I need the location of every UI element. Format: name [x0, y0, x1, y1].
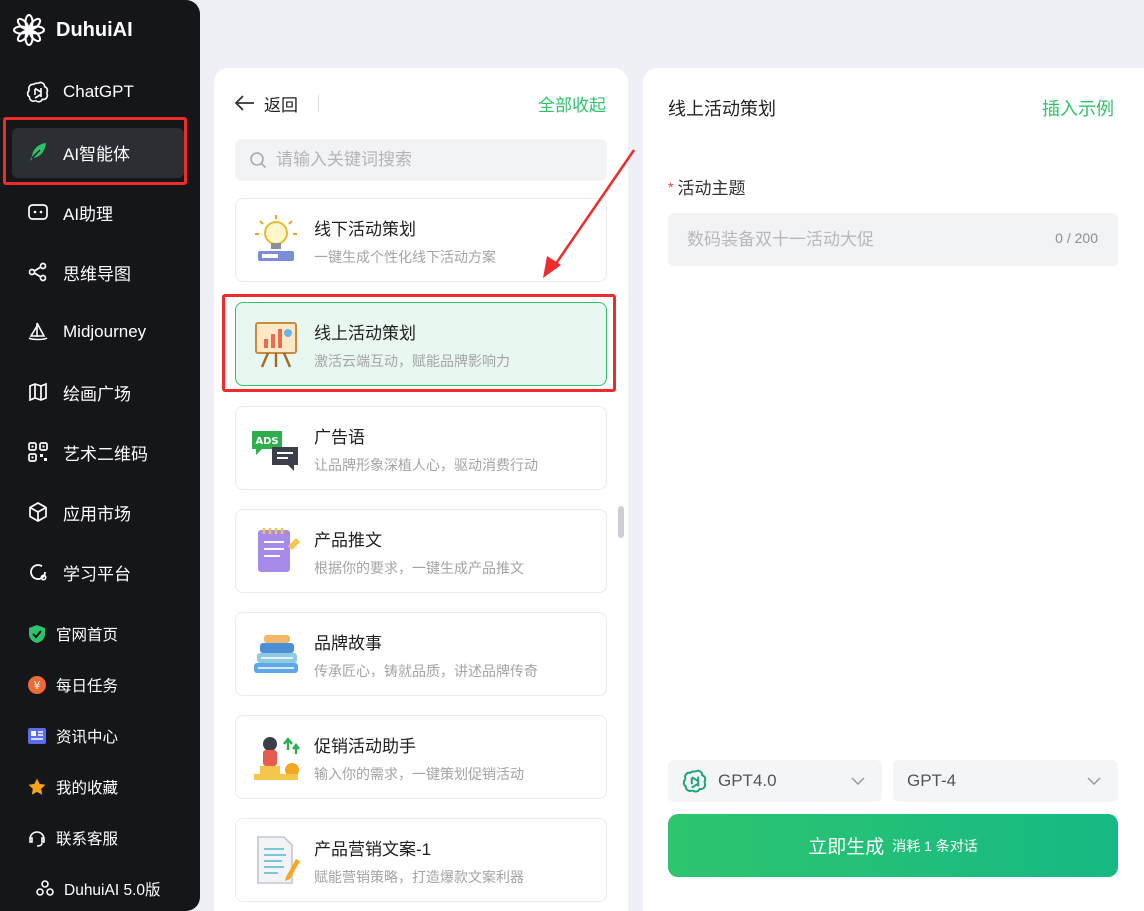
generate-button[interactable]: 立即生成 消耗 1 条对话: [668, 814, 1118, 877]
lightbulb-icon: [255, 215, 297, 261]
sub-item-customer-service[interactable]: 联系客服: [0, 812, 200, 863]
cube-icon: [26, 500, 50, 524]
card-title: 广告语: [314, 428, 365, 447]
document-pen-icon: [257, 836, 300, 884]
nav-item-learning[interactable]: 学习平台: [0, 542, 200, 602]
qrcode-icon: [26, 440, 50, 464]
annotation-highlight-box: [3, 117, 187, 185]
svg-text:¥: ¥: [34, 679, 41, 692]
agent-card-promotion-assistant[interactable]: 促销活动助手 输入你的需求，一键策划促销活动: [235, 715, 607, 799]
agent-card-marketing-copy[interactable]: 产品营销文案-1 赋能营销策略，打造爆款文案利器: [235, 818, 607, 902]
card-title: 产品营销文案-1: [314, 840, 432, 859]
nav-item-ai-assistant[interactable]: AI助理: [0, 182, 200, 242]
required-mark: *: [668, 179, 674, 195]
insert-example-button[interactable]: 插入示例: [1042, 95, 1114, 121]
sub-item-official-site[interactable]: 官网首页: [0, 608, 200, 659]
agent-card-offline-event[interactable]: 线下活动策划 一键生成个性化线下活动方案: [235, 198, 607, 282]
sub-item-news-center[interactable]: 资讯中心: [0, 710, 200, 761]
field-label: * 活动主题: [668, 179, 746, 198]
card-title: 产品推文: [314, 531, 382, 550]
brand[interactable]: DuhuiAI: [12, 12, 133, 48]
topic-field[interactable]: 0 / 200: [668, 213, 1118, 266]
card-desc: 赋能营销策略，打造爆款文案利器: [314, 869, 524, 885]
chevron-down-icon: [851, 777, 865, 786]
openai-icon: [26, 80, 50, 104]
nav-item-art-qrcode[interactable]: 艺术二维码: [0, 422, 200, 482]
divider: [318, 94, 319, 112]
news-icon: [26, 725, 48, 747]
nav-item-app-market[interactable]: 应用市场: [0, 482, 200, 542]
learning-icon: [26, 560, 50, 584]
robot-icon: [26, 200, 50, 224]
nav-item-chatgpt[interactable]: ChatGPT: [0, 62, 200, 122]
coin-icon: ¥: [26, 674, 48, 696]
map-icon: [26, 380, 50, 404]
version-select[interactable]: GPT-4: [893, 760, 1118, 802]
generate-cost: 消耗 1 条对话: [892, 837, 978, 854]
card-title: 促销活动助手: [314, 737, 416, 756]
promo-icon: [254, 737, 300, 780]
card-desc: 一键生成个性化线下活动方案: [314, 249, 496, 265]
agent-list-panel: 返回 全部收起 线下活动策划 一键生成个性化线下活动方案: [214, 68, 628, 911]
search-input[interactable]: [276, 150, 576, 170]
brand-logo-icon: [13, 14, 45, 46]
star-icon: [26, 776, 48, 798]
char-counter: 0 / 200: [1055, 230, 1098, 246]
books-icon: [254, 635, 298, 673]
sub-item-favorites[interactable]: 我的收藏: [0, 761, 200, 812]
ads-chat-icon: ADS: [252, 431, 298, 471]
notepad-icon: [258, 528, 300, 572]
annotation-highlight-box: [222, 294, 616, 392]
card-desc: 输入你的需求，一键策划促销活动: [314, 766, 524, 782]
openai-icon: [682, 769, 707, 793]
card-desc: 根据你的要求，一键生成产品推文: [314, 560, 524, 576]
back-button[interactable]: 返回: [264, 91, 298, 116]
mindmap-icon: [26, 260, 50, 284]
nav-item-drawing-plaza[interactable]: 绘画广场: [0, 362, 200, 422]
card-desc: 传承匠心，铸就品质，讲述品牌传奇: [314, 663, 538, 679]
form-title: 线上活动策划: [668, 99, 776, 119]
brand-mini-icon: [36, 880, 54, 896]
svg-text:ADS: ADS: [255, 436, 278, 447]
chevron-down-icon: [1087, 777, 1101, 786]
sub-item-daily-tasks[interactable]: ¥ 每日任务: [0, 659, 200, 710]
search-icon: [250, 152, 267, 169]
sailboat-icon: [26, 320, 50, 344]
version-label[interactable]: DuhuiAI 5.0版: [34, 878, 161, 900]
agent-card-brand-story[interactable]: 品牌故事 传承匠心，铸就品质，讲述品牌传奇: [235, 612, 607, 696]
headset-icon: [26, 827, 48, 849]
nav-item-mindmap[interactable]: 思维导图: [0, 242, 200, 302]
card-desc: 让品牌形象深植人心，驱动消费行动: [314, 457, 538, 473]
card-title: 线下活动策划: [314, 220, 416, 239]
back-arrow-icon[interactable]: [234, 93, 256, 113]
model-select[interactable]: GPT4.0: [668, 760, 882, 802]
generate-label: 立即生成: [808, 837, 885, 858]
search-box[interactable]: [235, 139, 607, 181]
card-title: 品牌故事: [314, 634, 382, 653]
agent-card-slogan[interactable]: ADS 广告语 让品牌形象深植人心，驱动消费行动: [235, 406, 607, 490]
shield-check-icon: [26, 623, 48, 645]
list-header: 返回 全部收起: [234, 90, 606, 116]
brand-name: DuhuiAI: [56, 18, 133, 41]
model-select-value: GPT4.0: [718, 771, 777, 790]
collapse-all-button[interactable]: 全部收起: [538, 91, 606, 116]
secondary-nav: 官网首页 ¥ 每日任务 资讯中心 我的收藏 联系客服: [0, 608, 200, 863]
topic-input[interactable]: [687, 213, 1027, 266]
scrollbar-thumb[interactable]: [618, 506, 624, 538]
agent-form-panel: 线上活动策划 插入示例 *活动主题 0 / 200 GPT4.0 GPT-4 立…: [643, 68, 1144, 911]
version-select-value: GPT-4: [907, 771, 957, 790]
agent-card-product-post[interactable]: 产品推文 根据你的要求，一键生成产品推文: [235, 509, 607, 593]
nav-item-midjourney[interactable]: Midjourney: [0, 302, 200, 362]
